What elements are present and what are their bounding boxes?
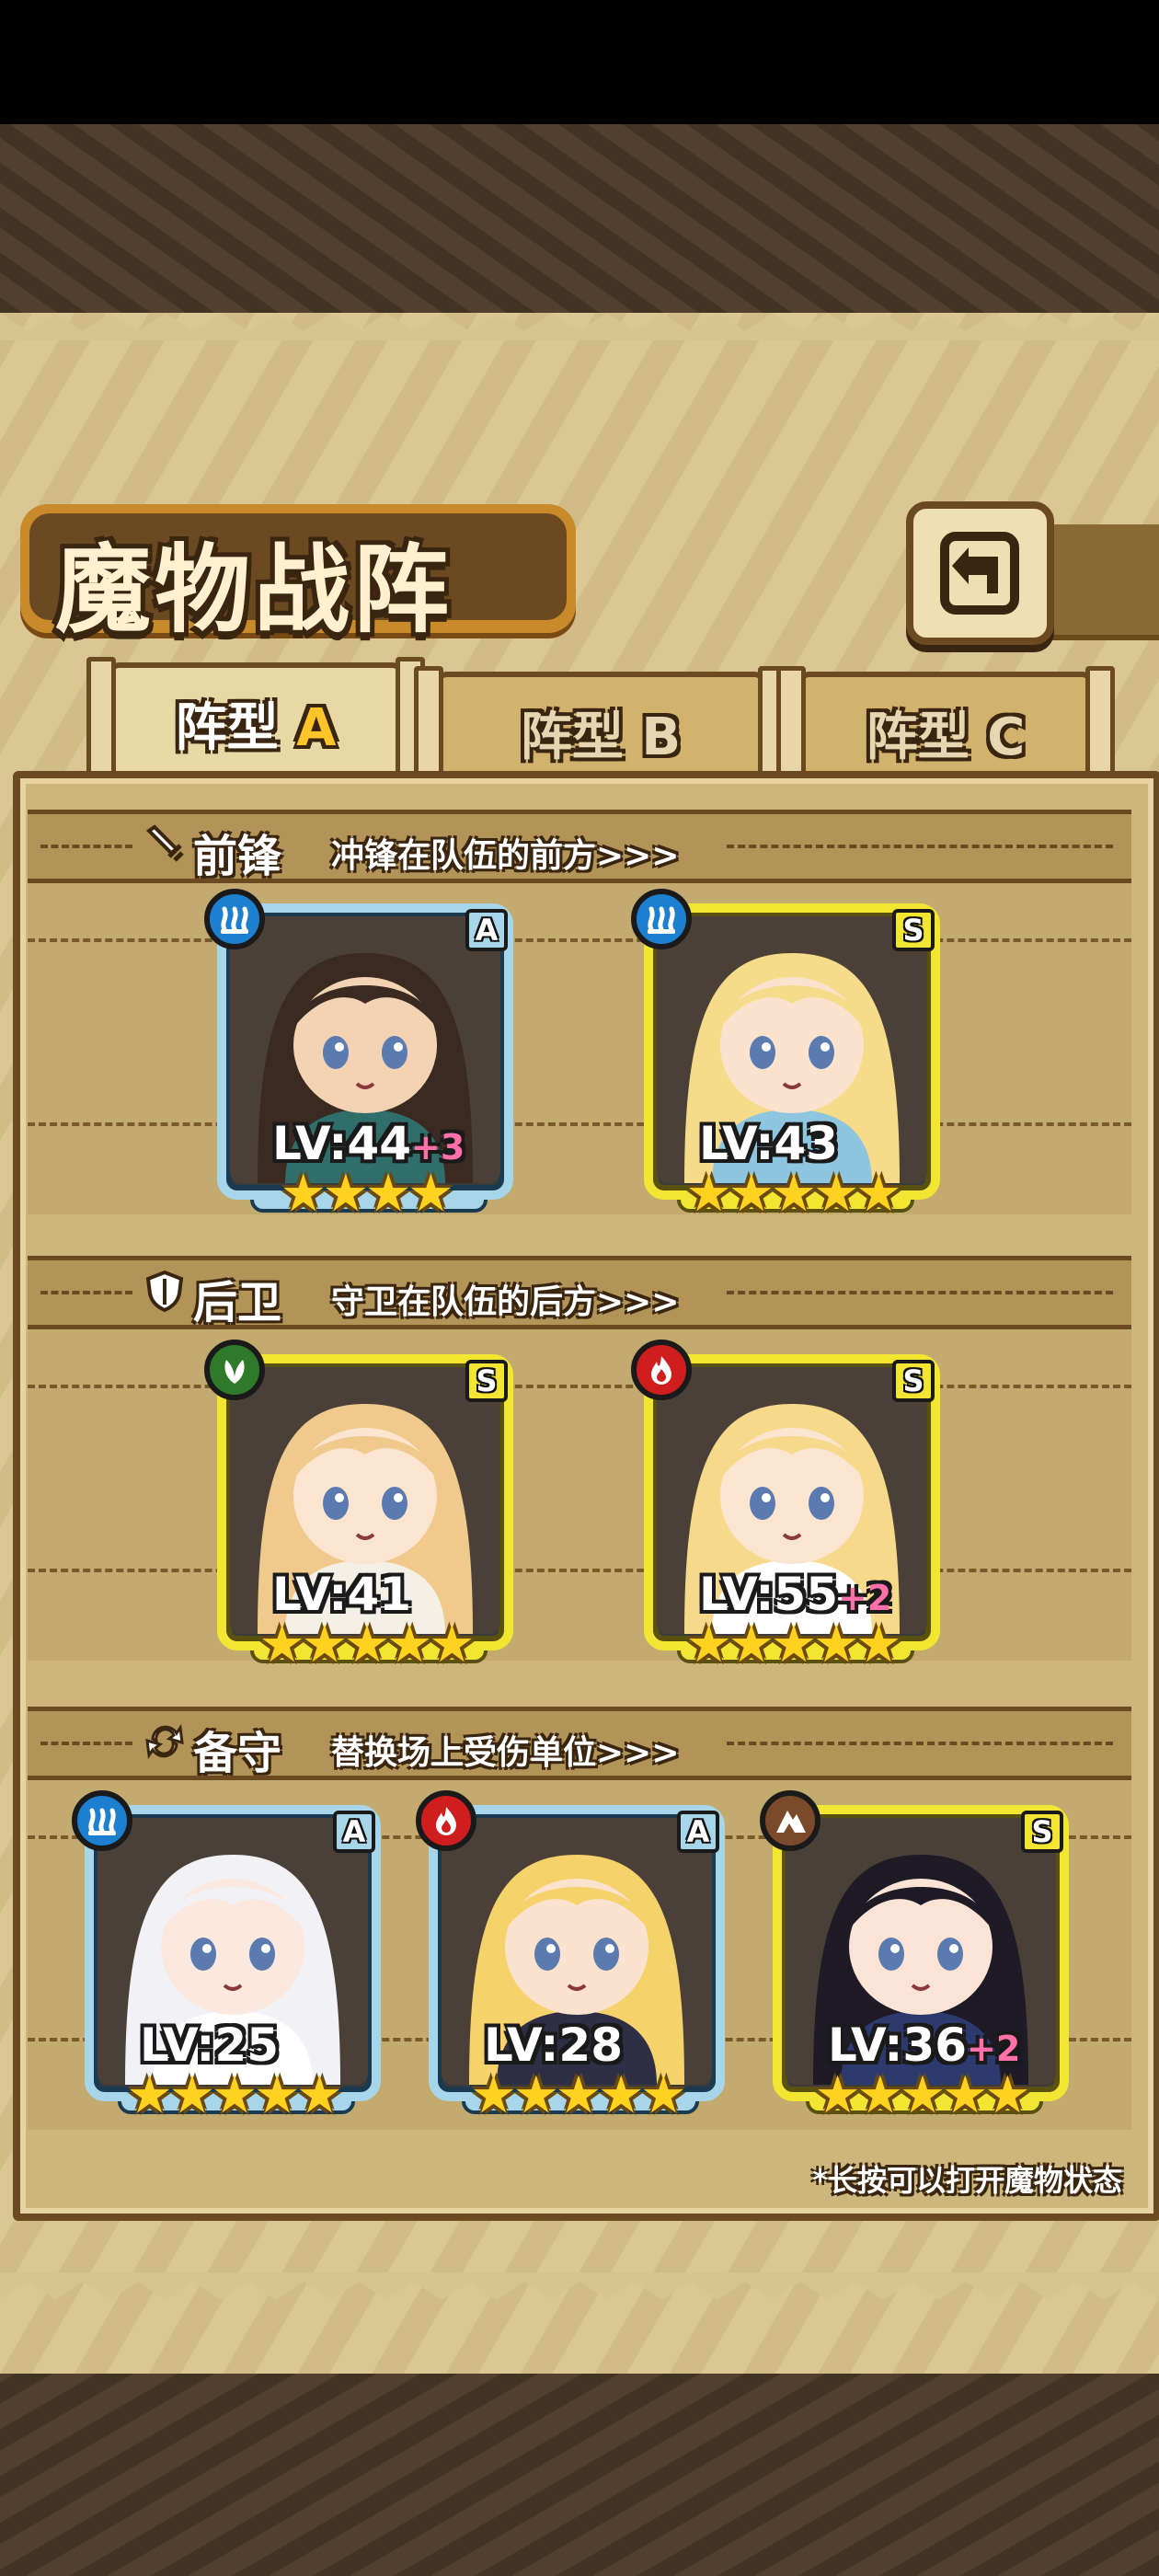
zigzag-border-top [0, 313, 1159, 340]
unit-level: LV:25 [140, 2018, 279, 2072]
unit-card[interactable]: S LV:43 ★★★★★ [631, 889, 940, 1220]
section-front: 前锋 冲锋在队伍的前方>>> [28, 810, 1131, 883]
shield-icon [145, 1270, 184, 1312]
long-press-hint: *长按可以打开魔物状态 [812, 2163, 1122, 2198]
background-map-top [0, 124, 1159, 317]
rank-badge: A [333, 1811, 375, 1853]
rank-badge: S [892, 1360, 935, 1402]
page-title: 魔物战阵 [55, 533, 453, 646]
tab-label-letter: A [296, 698, 337, 758]
unit-level: LV:28 [484, 2018, 623, 2072]
water-element-icon [72, 1790, 132, 1851]
section-reserve: 备守 替换场上受伤单位>>> [28, 1707, 1131, 1780]
tab-label-letter: B [641, 707, 682, 767]
unit-level: LV:43 [699, 1117, 838, 1170]
section-title: 后卫 [193, 1277, 282, 1328]
rank-badge: S [892, 909, 935, 951]
back-arrow-icon [940, 532, 1019, 615]
back-row-area [28, 1329, 1131, 1661]
star-rating: ★★★★★ [470, 2065, 686, 2125]
star-rating: ★★★★ [280, 1164, 454, 1224]
level-text: LV:25 [140, 2018, 280, 2072]
status-bar-area [0, 0, 1159, 124]
formation-tabs: 阵型 A 阵型 B 阵型 C [18, 657, 1141, 786]
section-title: 前锋 [193, 831, 282, 882]
unit-card[interactable]: A LV:28 ★★★★★ [416, 1790, 725, 2122]
background-map-bottom [0, 2374, 1159, 2576]
rank-badge: A [465, 909, 508, 951]
rank-badge: S [465, 1360, 508, 1402]
rank-badge: A [677, 1811, 719, 1853]
unit-level: LV:41 [272, 1568, 411, 1621]
section-back: 后卫 守卫在队伍的后方>>> [28, 1256, 1131, 1329]
unit-card[interactable]: S LV:41 ★★★★★ [204, 1340, 513, 1671]
unit-level: LV:55+2 [699, 1568, 891, 1621]
unit-level: LV:44+3 [272, 1117, 465, 1170]
unit-card[interactable]: S LV:36+2 ★★★★★ [760, 1790, 1069, 2122]
tab-label-prefix: 阵型 [520, 707, 624, 767]
unit-card[interactable]: S LV:55+2 ★★★★★ [631, 1340, 940, 1671]
unit-card[interactable]: A LV:44+3 ★★★★ [204, 889, 513, 1220]
level-text: LV:41 [272, 1568, 412, 1621]
front-row-area [28, 883, 1131, 1214]
sword-icon [145, 824, 184, 862]
star-rating: ★★★★★ [258, 1615, 475, 1674]
level-text: LV:28 [484, 2018, 624, 2072]
star-rating: ★★★★★ [685, 1615, 901, 1674]
section-subtitle: 冲锋在队伍的前方>>> [331, 837, 680, 875]
level-text: LV:55 [699, 1568, 839, 1621]
tab-formation-a[interactable]: 阵型 A [86, 657, 425, 778]
level-bonus: +2 [838, 1578, 892, 1618]
tab-label-prefix: 阵型 [175, 698, 279, 758]
section-title: 备守 [193, 1728, 282, 1779]
rank-badge: S [1021, 1811, 1063, 1853]
level-bonus: +2 [967, 2029, 1021, 2069]
tab-label-prefix: 阵型 [866, 707, 970, 767]
grass-element-icon [204, 1340, 265, 1400]
tab-formation-b[interactable]: 阵型 B [414, 666, 787, 786]
tab-label-letter: C [987, 707, 1026, 767]
star-rating: ★★★★★ [814, 2065, 1030, 2125]
section-subtitle: 替换场上受伤单位>>> [331, 1734, 680, 1772]
level-text: LV:43 [699, 1117, 839, 1170]
water-element-icon [204, 889, 265, 949]
swap-icon [145, 1723, 184, 1760]
zigzag-border-bottom [0, 2272, 1159, 2300]
fire-element-icon [416, 1790, 476, 1851]
earth-element-icon [760, 1790, 820, 1851]
star-rating: ★★★★★ [126, 2065, 342, 2125]
star-rating: ★★★★★ [685, 1164, 901, 1224]
fire-element-icon [631, 1340, 692, 1400]
unit-level: LV:36+2 [828, 2018, 1020, 2072]
level-text: LV:44 [272, 1117, 412, 1170]
unit-card[interactable]: A LV:25 ★★★★★ [72, 1790, 381, 2122]
back-button[interactable] [906, 501, 1054, 645]
level-text: LV:36 [828, 2018, 968, 2072]
tab-formation-c[interactable]: 阵型 C [776, 666, 1115, 786]
water-element-icon [631, 889, 692, 949]
section-subtitle: 守卫在队伍的后方>>> [331, 1283, 680, 1321]
level-bonus: +3 [411, 1127, 465, 1167]
